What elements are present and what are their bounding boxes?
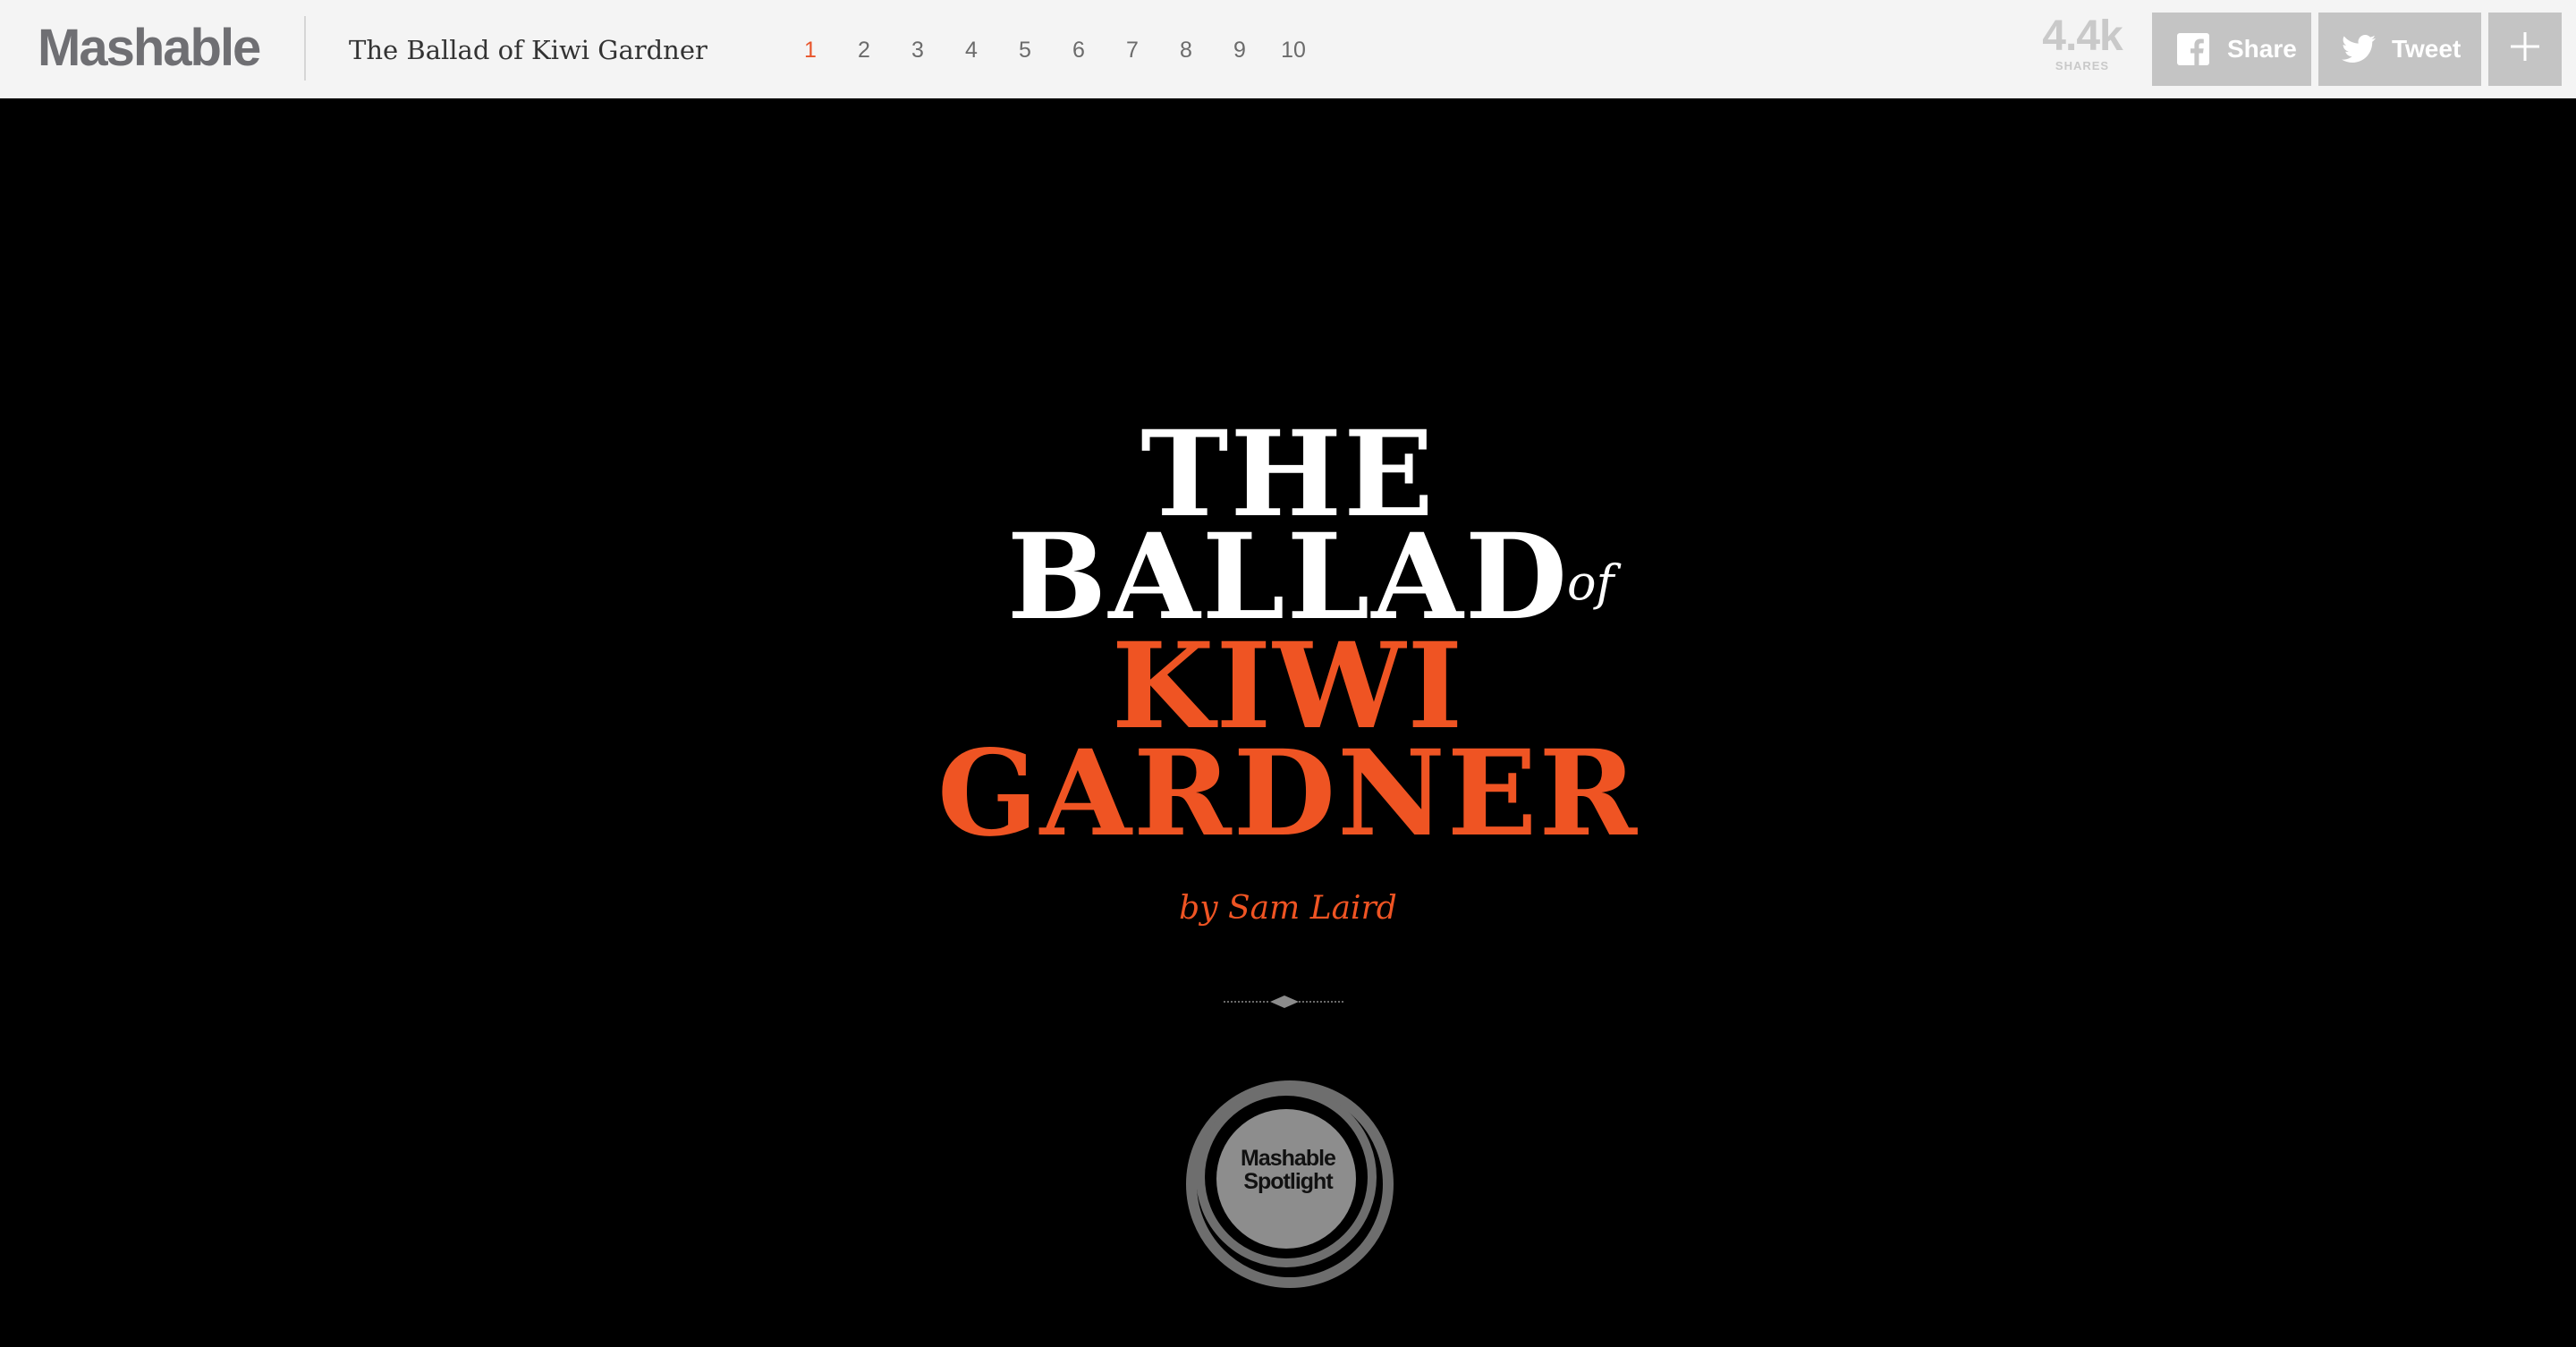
page-link-6[interactable]: 6 <box>1052 34 1106 66</box>
facebook-share-button[interactable]: Share <box>2152 13 2311 86</box>
page-link-9[interactable]: 9 <box>1213 34 1267 66</box>
tweet-label: Tweet <box>2392 35 2462 63</box>
share-count-label: SHARES <box>2055 59 2110 72</box>
headline-of: of <box>1567 555 1614 611</box>
spotlight-badge-line2: Spotlight <box>1243 1169 1333 1194</box>
share-count: 4.4k SHARES <box>2030 14 2134 73</box>
page-link-4[interactable]: 4 <box>945 34 998 66</box>
divider-ornament <box>1222 991 1347 1017</box>
facebook-icon <box>2177 33 2209 65</box>
page-link-1[interactable]: 1 <box>784 34 837 66</box>
share-label: Share <box>2227 35 2297 63</box>
page-link-8[interactable]: 8 <box>1159 34 1213 66</box>
more-share-button[interactable] <box>2488 13 2562 86</box>
twitter-icon <box>2342 35 2376 64</box>
top-bar: Mashable The Ballad of Kiwi Gardner 1 2 … <box>0 0 2576 98</box>
page-link-2[interactable]: 2 <box>837 34 891 66</box>
page-link-5[interactable]: 5 <box>998 34 1052 66</box>
byline: by Sam Laird <box>1179 890 1397 927</box>
header-divider <box>304 16 306 80</box>
mashable-logo[interactable]: Mashable <box>38 21 261 75</box>
headline-line-gardner: GARDNER <box>936 724 1640 863</box>
story-title: The Ballad of Kiwi Gardner <box>349 35 708 65</box>
page-link-7[interactable]: 7 <box>1106 34 1159 66</box>
spotlight-badge-line1: Mashable <box>1241 1146 1336 1171</box>
share-count-number: 4.4k <box>2042 13 2123 60</box>
tweet-button[interactable]: Tweet <box>2318 13 2481 86</box>
page-link-3[interactable]: 3 <box>891 34 945 66</box>
hero-section: THE BALLAD of KIWI GARDNER by Sam Laird … <box>0 98 2576 1347</box>
spotlight-badge-text: Mashable Spotlight <box>1188 1147 1388 1193</box>
page-link-10[interactable]: 10 <box>1267 34 1320 66</box>
plus-icon <box>2509 30 2541 69</box>
page-navigation: 1 2 3 4 5 6 7 8 9 10 <box>784 34 1320 66</box>
